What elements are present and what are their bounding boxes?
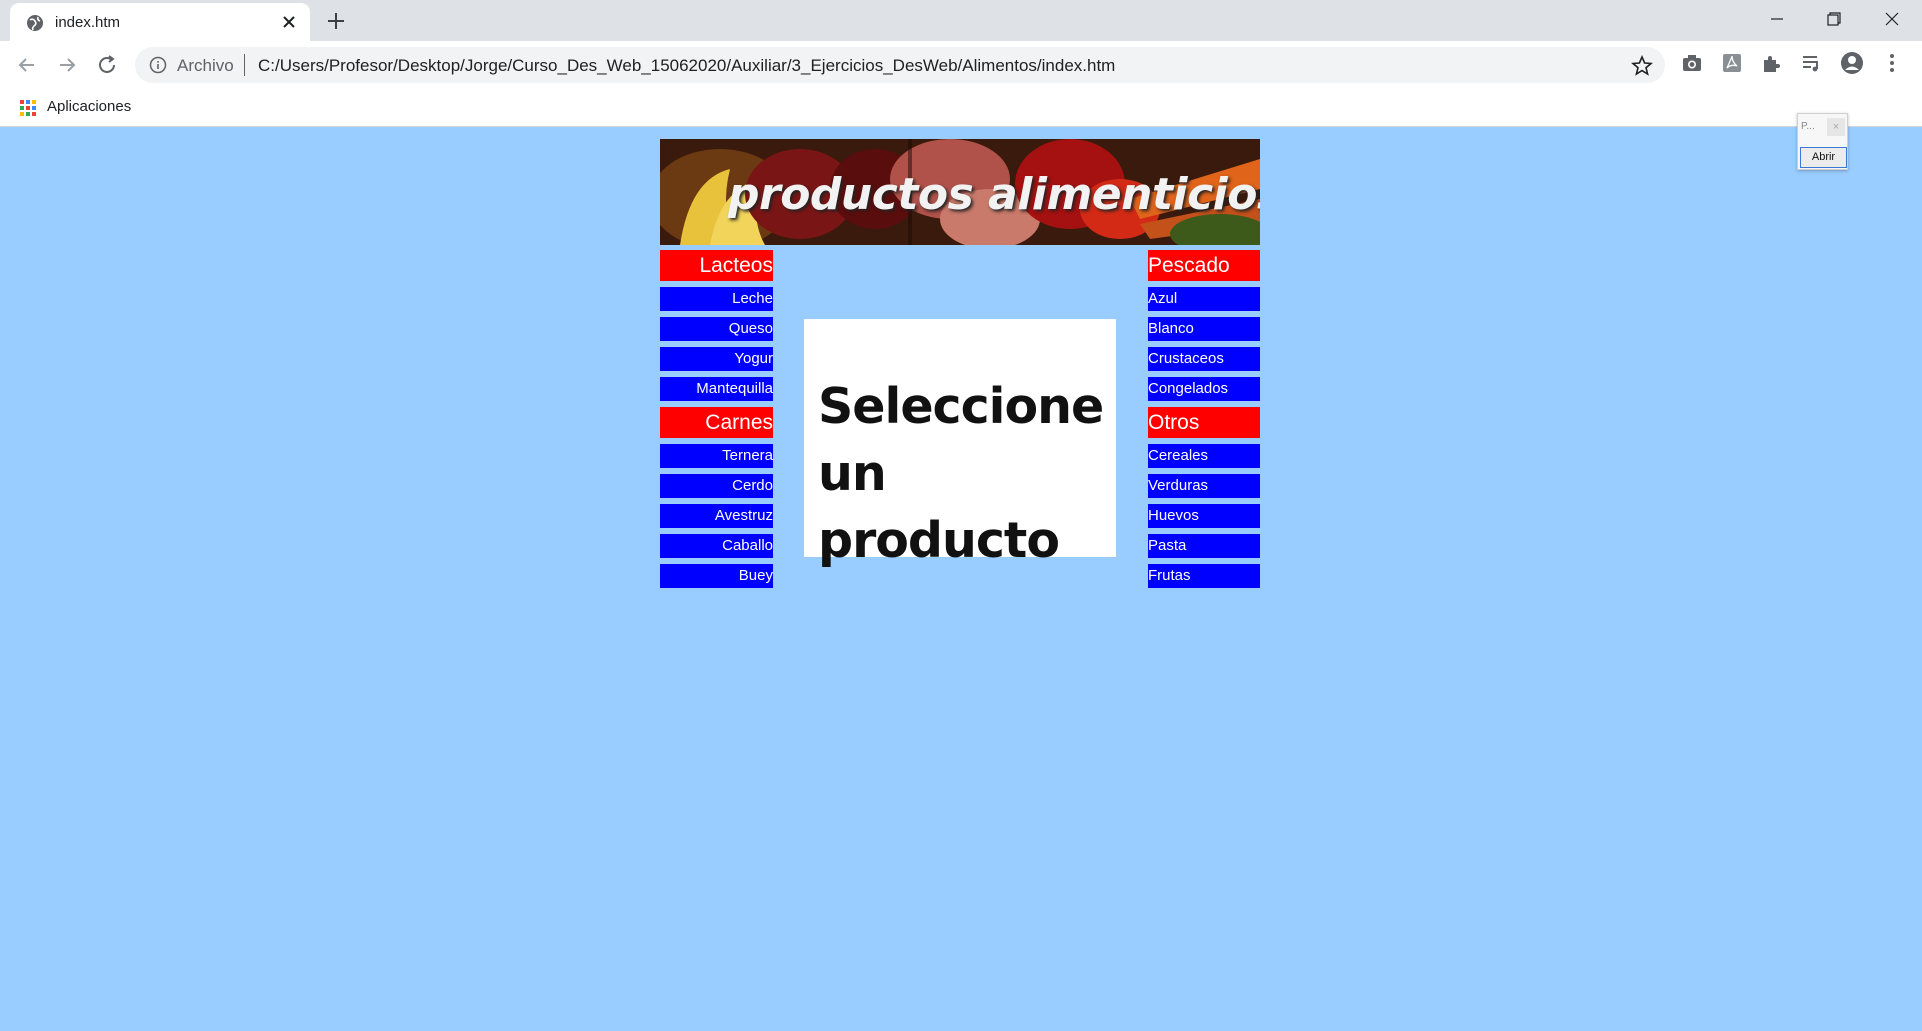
- info-icon[interactable]: [149, 56, 167, 74]
- bottom-edge: [0, 1027, 1922, 1031]
- menu-item-mantequilla[interactable]: Mantequilla: [660, 377, 773, 401]
- apps-grid-icon[interactable]: [19, 99, 37, 117]
- extensions-puzzle-icon[interactable]: [1760, 51, 1784, 75]
- page-viewport: productos alimenticios Lacteos Leche Que…: [0, 128, 1922, 1031]
- scheme-label: Archivo: [177, 56, 234, 75]
- browser-toolbar: Archivo C:/Users/Profesor/Desktop/Jorge/…: [0, 41, 1922, 89]
- category-carnes[interactable]: Carnes: [660, 407, 773, 438]
- menu-item-cereales[interactable]: Cereales: [1148, 444, 1260, 468]
- tab-title: index.htm: [55, 14, 121, 31]
- forward-arrow-icon[interactable]: [55, 53, 79, 77]
- menu-item-huevos[interactable]: Huevos: [1148, 504, 1260, 528]
- active-tab[interactable]: index.htm: [10, 3, 310, 41]
- category-pescado[interactable]: Pescado: [1148, 250, 1260, 281]
- media-playlist-icon[interactable]: [1800, 51, 1824, 75]
- menu-item-blanco[interactable]: Blanco: [1148, 317, 1260, 341]
- menu-item-caballo[interactable]: Caballo: [660, 534, 773, 558]
- new-tab-plus-icon[interactable]: [325, 10, 347, 32]
- left-menu: Lacteos Leche Queso Yogur Mantequilla Ca…: [660, 128, 773, 498]
- bookmark-star-icon[interactable]: [1631, 55, 1653, 77]
- bookmarks-bar: Aplicaciones: [0, 89, 1922, 127]
- tab-strip: index.htm: [0, 0, 1922, 41]
- close-window-icon[interactable]: [1879, 8, 1905, 30]
- menu-item-yogur[interactable]: Yogur: [660, 347, 773, 371]
- menu-item-verduras[interactable]: Verduras: [1148, 474, 1260, 498]
- floating-popup: P... × Abrir: [1797, 113, 1848, 170]
- category-lacteos[interactable]: Lacteos: [660, 250, 773, 281]
- prompt-line-2: un producto: [818, 445, 1060, 569]
- select-product-prompt: Seleccione un producto: [818, 373, 1116, 574]
- pdf-icon[interactable]: [1720, 51, 1744, 75]
- menu-item-queso[interactable]: Queso: [660, 317, 773, 341]
- menu-item-frutas[interactable]: Frutas: [1148, 564, 1260, 588]
- restore-window-icon[interactable]: [1821, 8, 1847, 30]
- profile-avatar-icon[interactable]: [1840, 51, 1864, 75]
- back-arrow-icon[interactable]: [15, 53, 39, 77]
- close-tab-icon[interactable]: [280, 13, 298, 31]
- menu-item-congelados[interactable]: Congelados: [1148, 377, 1260, 401]
- camera-icon[interactable]: [1680, 51, 1704, 75]
- banner-title: productos alimenticios: [728, 169, 1260, 220]
- popup-open-button[interactable]: Abrir: [1800, 147, 1847, 168]
- address-bar[interactable]: Archivo C:/Users/Profesor/Desktop/Jorge/…: [135, 47, 1665, 83]
- minimize-window-icon[interactable]: [1764, 8, 1790, 30]
- apps-bookmark-label[interactable]: Aplicaciones: [47, 98, 131, 115]
- menu-item-leche[interactable]: Leche: [660, 287, 773, 311]
- menu-item-pasta[interactable]: Pasta: [1148, 534, 1260, 558]
- reload-icon[interactable]: [95, 53, 119, 77]
- menu-item-cerdo[interactable]: Cerdo: [660, 474, 773, 498]
- menu-item-ternera[interactable]: Ternera: [660, 444, 773, 468]
- address-separator: [244, 54, 245, 76]
- prompt-line-1: Seleccione: [818, 378, 1104, 435]
- menu-item-avestruz[interactable]: Avestruz: [660, 504, 773, 528]
- menu-item-buey[interactable]: Buey: [660, 564, 773, 588]
- menu-item-crustaceos[interactable]: Crustaceos: [1148, 347, 1260, 371]
- popup-close-icon[interactable]: ×: [1827, 118, 1845, 136]
- category-otros[interactable]: Otros: [1148, 407, 1260, 438]
- product-display-panel: Seleccione un producto: [804, 319, 1116, 569]
- url-text[interactable]: C:/Users/Profesor/Desktop/Jorge/Curso_De…: [258, 56, 1115, 76]
- popup-title: P...: [1801, 121, 1815, 132]
- globe-icon: [27, 15, 43, 31]
- more-menu-icon[interactable]: [1880, 51, 1904, 75]
- menu-item-azul[interactable]: Azul: [1148, 287, 1260, 311]
